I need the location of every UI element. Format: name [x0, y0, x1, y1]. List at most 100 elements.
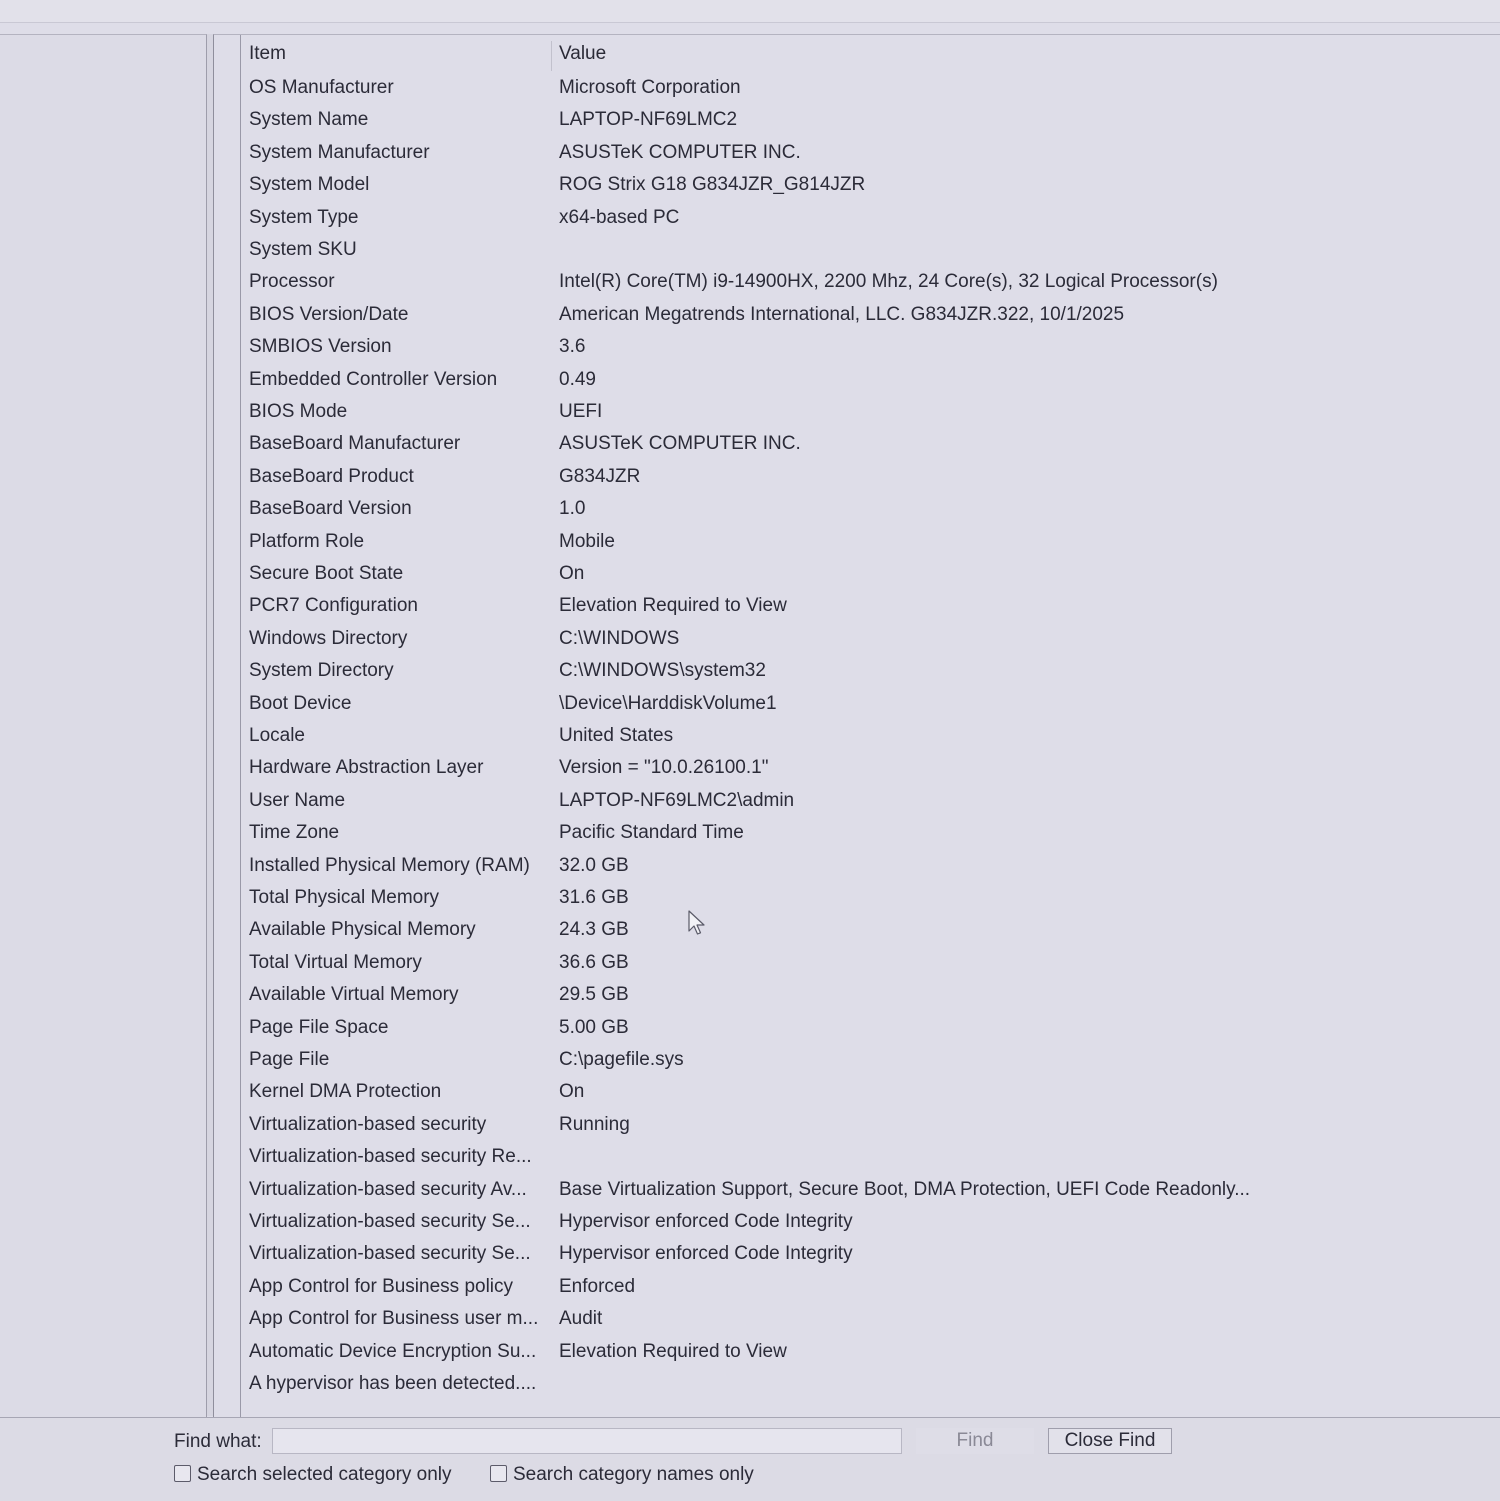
row-value-cell: ROG Strix G18 G834JZR_G814JZR — [559, 174, 866, 196]
row-value-cell: \Device\HarddiskVolume1 — [559, 692, 777, 714]
row-value-cell: ASUSTeK COMPUTER INC. — [559, 433, 801, 455]
table-row[interactable]: Secure Boot State On — [241, 559, 1500, 589]
table-row[interactable]: BaseBoard Version 1.0 — [241, 494, 1500, 524]
row-value-cell: 5.00 GB — [559, 1016, 629, 1038]
row-item-cell: Page File Space — [249, 1016, 389, 1038]
table-row[interactable]: BIOS Mode UEFI — [241, 397, 1500, 427]
row-item-cell: Time Zone — [249, 822, 340, 844]
row-item-cell: Virtualization-based security Re... — [249, 1146, 532, 1168]
search-selected-category-option[interactable]: Search selected category only — [174, 1462, 452, 1488]
search-selected-category-checkbox[interactable] — [174, 1465, 191, 1482]
table-row[interactable]: BaseBoard Manufacturer ASUSTeK COMPUTER I… — [241, 429, 1500, 459]
table-row[interactable]: Locale United States — [241, 721, 1500, 751]
row-item-cell: Virtualization-based security Av... — [249, 1178, 527, 1200]
row-value-cell: Audit — [559, 1308, 603, 1330]
list-header: Item Value — [241, 39, 1500, 71]
table-row[interactable]: Automatic Device Encryption Su... Elevati… — [241, 1337, 1500, 1367]
table-row[interactable]: Available Virtual Memory 29.5 GB — [241, 980, 1500, 1010]
table-row[interactable]: Virtualization-based security Running — [241, 1110, 1500, 1140]
row-item-cell: Kernel DMA Protection — [249, 1081, 442, 1103]
table-row[interactable]: System Name LAPTOP-NF69LMC2 — [241, 105, 1500, 135]
table-row[interactable]: Virtualization-based security Av... Base … — [241, 1175, 1500, 1205]
row-value-cell: G834JZR — [559, 465, 641, 487]
column-header-value[interactable]: Value — [559, 39, 606, 69]
find-button[interactable]: Find — [916, 1428, 1034, 1454]
table-row[interactable]: System Type x64-based PC — [241, 203, 1500, 233]
table-row[interactable]: Kernel DMA Protection On — [241, 1077, 1500, 1107]
search-category-names-checkbox[interactable] — [490, 1465, 507, 1482]
row-item-cell: Page File — [249, 1049, 330, 1070]
table-row[interactable]: System Model ROG Strix G18 G834JZR_G814JZ… — [241, 170, 1500, 200]
table-row[interactable]: Page File C:\pagefile.sys — [241, 1045, 1500, 1075]
row-value-cell: 31.6 GB — [559, 887, 629, 908]
row-value-cell: Running — [559, 1113, 630, 1135]
table-row[interactable]: Windows Directory C:\WINDOWS — [241, 624, 1500, 654]
row-item-cell: Hardware Abstraction Layer — [249, 757, 484, 779]
table-row[interactable]: User Name LAPTOP-NF69LMC2\admin — [241, 786, 1500, 816]
table-row[interactable]: Virtualization-based security Se... Hyper… — [241, 1239, 1500, 1269]
row-item-cell: Windows Directory — [249, 627, 408, 649]
table-row[interactable]: PCR7 Configuration Elevation Required to … — [241, 591, 1500, 621]
row-item-cell: SMBIOS Version — [249, 336, 392, 358]
search-category-names-label: Search category names only — [513, 1464, 754, 1485]
find-what-input[interactable] — [272, 1428, 902, 1454]
row-item-cell: BIOS Version/Date — [249, 303, 409, 325]
row-item-cell: Total Virtual Memory — [249, 951, 422, 973]
table-row[interactable]: Virtualization-based security Se... Hyper… — [241, 1207, 1500, 1237]
table-row[interactable]: OS Manufacturer Microsoft Corporation — [241, 73, 1500, 103]
row-value-cell: LAPTOP-NF69LMC2 — [559, 109, 738, 131]
table-row[interactable]: Hardware Abstraction Layer Version = "10.… — [241, 753, 1500, 783]
table-row[interactable]: System SKU — [241, 235, 1500, 265]
table-row[interactable]: A hypervisor has been detected.... — [241, 1369, 1500, 1399]
table-row[interactable]: BaseBoard Product G834JZR — [241, 462, 1500, 492]
row-item-cell: Virtualization-based security — [249, 1113, 487, 1135]
row-item-cell: Secure Boot State — [249, 563, 404, 584]
row-item-cell: User Name — [249, 789, 346, 811]
find-bar: Find what: Find Close Find Search select… — [0, 1417, 1500, 1501]
row-value-cell: Enforced — [559, 1275, 636, 1297]
column-divider[interactable] — [551, 41, 552, 71]
table-row[interactable]: Virtualization-based security Re... — [241, 1142, 1500, 1172]
search-category-names-option[interactable]: Search category names only — [490, 1462, 754, 1488]
table-row[interactable]: System Manufacturer ASUSTeK COMPUTER INC. — [241, 138, 1500, 168]
column-header-item[interactable]: Item — [249, 39, 286, 69]
table-row[interactable]: App Control for Business user m... Audit — [241, 1304, 1500, 1334]
row-value-cell: C:\pagefile.sys — [559, 1049, 684, 1070]
table-row[interactable]: BIOS Version/Date American Megatrends Int… — [241, 300, 1500, 330]
close-find-button[interactable]: Close Find — [1048, 1428, 1172, 1454]
row-value-cell: x64-based PC — [559, 206, 680, 228]
table-row[interactable]: App Control for Business policy Enforced — [241, 1272, 1500, 1302]
row-item-cell: System Manufacturer — [249, 141, 430, 163]
table-row[interactable]: Installed Physical Memory (RAM) 32.0 GB — [241, 851, 1500, 881]
table-row[interactable]: Available Physical Memory 24.3 GB — [241, 915, 1500, 945]
row-item-cell: A hypervisor has been detected.... — [249, 1373, 537, 1394]
table-row[interactable]: Platform Role Mobile — [241, 527, 1500, 557]
details-list-pane[interactable]: Item Value OS Manufacturer Microsoft Corp… — [213, 34, 1500, 1417]
row-item-cell: BaseBoard Product — [249, 465, 414, 487]
table-row[interactable]: Total Physical Memory 31.6 GB — [241, 883, 1500, 913]
table-row[interactable]: Time Zone Pacific Standard Time — [241, 818, 1500, 848]
row-item-cell: System Name — [249, 109, 369, 131]
row-value-cell: Base Virtualization Support, Secure Boot… — [559, 1178, 1251, 1200]
table-row[interactable]: SMBIOS Version 3.6 — [241, 332, 1500, 362]
row-value-cell: 29.5 GB — [559, 984, 629, 1006]
category-tree-pane[interactable] — [0, 34, 207, 1417]
table-row[interactable]: Page File Space 5.00 GB — [241, 1013, 1500, 1043]
table-row[interactable]: Processor Intel(R) Core(TM) i9-14900HX, 2… — [241, 267, 1500, 297]
row-item-cell: OS Manufacturer — [249, 77, 394, 98]
row-value-cell: On — [559, 563, 585, 584]
table-row[interactable]: Embedded Controller Version 0.49 — [241, 365, 1500, 395]
row-item-cell: System Model — [249, 174, 370, 196]
table-row[interactable]: Total Virtual Memory 36.6 GB — [241, 948, 1500, 978]
row-item-cell: App Control for Business user m... — [249, 1308, 539, 1330]
row-item-cell: Automatic Device Encryption Su... — [249, 1340, 537, 1362]
search-selected-category-label: Search selected category only — [197, 1464, 452, 1485]
row-value-cell: Pacific Standard Time — [559, 822, 744, 844]
row-item-cell: System SKU — [249, 239, 357, 260]
window-top-strip — [0, 0, 1500, 23]
row-value-cell: United States — [559, 725, 674, 746]
table-row[interactable]: System Directory C:\WINDOWS\system32 — [241, 656, 1500, 686]
mouse-pointer-icon — [688, 910, 705, 935]
table-row[interactable]: Boot Device \Device\HarddiskVolume1 — [241, 689, 1500, 719]
row-item-cell: Embedded Controller Version — [249, 368, 498, 390]
